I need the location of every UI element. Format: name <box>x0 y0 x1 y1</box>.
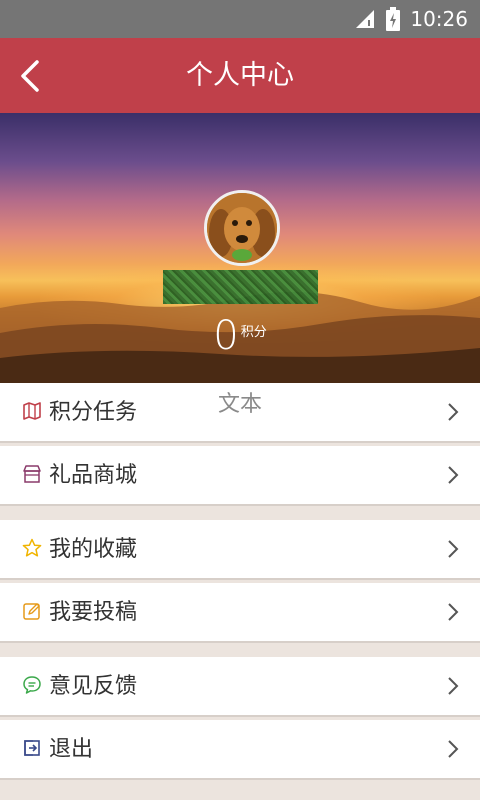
chevron-right-icon <box>448 540 459 558</box>
exit-icon <box>24 740 40 756</box>
chevron-right-icon <box>448 740 459 758</box>
points-display: 0 积分 <box>0 313 480 359</box>
chevron-right-icon <box>448 466 459 484</box>
menu-label: 我的收藏 <box>49 537 138 562</box>
menu-item-logout[interactable]: 退出 <box>0 720 480 780</box>
page-title: 个人中心 <box>186 60 294 91</box>
star-icon <box>22 538 42 557</box>
status-bar: 10:26 <box>0 0 480 38</box>
store-icon <box>23 465 41 483</box>
edit-icon <box>23 603 40 620</box>
chevron-right-icon <box>448 677 459 695</box>
menu-item-gift-mall[interactable]: 礼品商城 <box>0 446 480 506</box>
points-unit: 积分 <box>240 325 267 340</box>
profile-header: 0 积分 <box>0 113 480 383</box>
avatar[interactable] <box>204 190 280 266</box>
chevron-right-icon <box>448 603 459 621</box>
battery-icon <box>386 7 401 31</box>
status-time: 10:26 <box>410 7 468 31</box>
app-bar: 个人中心 <box>0 38 480 113</box>
points-value: 0 <box>213 313 239 359</box>
menu-label: 退出 <box>49 737 94 762</box>
menu-label: 意见反馈 <box>49 674 138 699</box>
menu-item-submit-article[interactable]: 我要投稿 <box>0 583 480 643</box>
text-label: 文本 <box>217 392 262 417</box>
menu-label: 我要投稿 <box>49 600 138 625</box>
dog-avatar-icon <box>207 193 277 263</box>
username-obscured <box>163 270 318 304</box>
menu-item-feedback[interactable]: 意见反馈 <box>0 657 480 717</box>
status-icons: 10:26 <box>354 0 468 38</box>
menu-item-favorites[interactable]: 我的收藏 <box>0 520 480 580</box>
chat-icon <box>23 676 41 694</box>
menu-label: 礼品商城 <box>49 463 138 488</box>
signal-icon <box>356 10 375 28</box>
